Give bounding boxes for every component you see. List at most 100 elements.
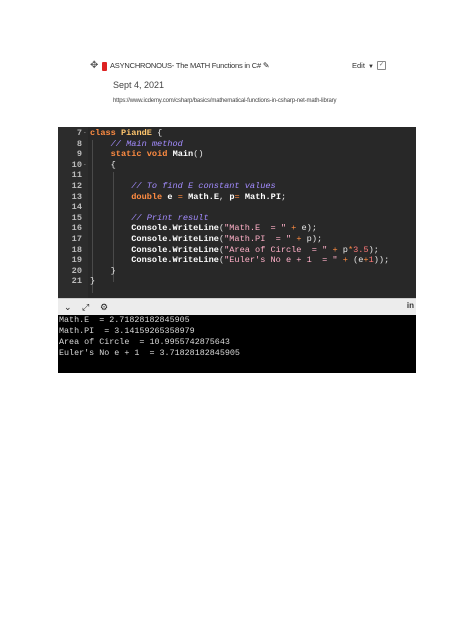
code-line[interactable]: 8 // Main method [58,139,416,150]
code-line[interactable]: 16 Console.WriteLine("Math.E = " + e); [58,223,416,234]
code-text: // Print result [90,212,209,224]
code-text: Console.WriteLine("Euler's No e + 1 = " … [90,255,389,266]
line-number: 9 [76,149,82,160]
code-string: "Euler's No e + 1 = " [224,255,338,266]
line-number: 14 [71,202,82,213]
line-number: 21 [71,276,82,287]
code-string: "Math.E = " [224,223,286,234]
code-keyword: void [146,149,168,160]
code-identifier: Console.WriteLine [131,234,219,244]
note-title-text: ASYNCHRONOUS- The MATH Functions in C# [110,61,261,70]
line-number: 17 [71,234,82,244]
code-line[interactable]: 10- { [58,160,416,171]
code-text: Console.WriteLine("Math.E = " + e); [90,223,317,234]
code-keyword: double [131,191,163,202]
output-toolbar: ⌄ ⤢ ⚙ in [58,298,416,315]
code-identifier: Main [172,149,194,160]
code-line[interactable]: 20 } [58,266,416,277]
line-number: 16 [71,223,82,234]
code-text: p [337,244,348,255]
code-text: // Main method [90,139,183,150]
code-identifier: Math.E [188,191,220,202]
code-text: p); [301,234,323,244]
code-text: double e = Math.E, p= Math.PI; [90,192,286,203]
code-text: , [219,191,230,202]
code-text: )); [373,255,390,266]
line-number: 13 [71,191,82,202]
line-number: 7 [76,128,82,138]
console-line: Euler's No e + 1 = 3.71828182845905 [59,348,240,358]
code-text: Console.WriteLine("Math.PI = " + p); [90,234,322,245]
code-comment: // Main method [110,138,183,149]
code-string: "Area of Circle = " [224,244,328,255]
code-text: } [90,265,116,276]
code-text: (e [347,255,364,266]
chevron-down-icon[interactable]: ⌄ [64,300,72,314]
checkbox-icon[interactable]: ✓ [377,61,386,70]
note-date: Sept 4, 2021 [113,80,165,90]
console-line: Area of Circle = 10.9955742875643 [59,337,230,347]
code-identifier: Console.WriteLine [131,244,219,255]
code-line[interactable]: 9 static void Main() [58,149,416,160]
code-line[interactable]: 17 Console.WriteLine("Math.PI = " + p); [58,234,416,245]
line-number: 19 [71,255,82,266]
toolbar-right-label: in [406,301,414,310]
code-text: ); [368,244,379,255]
note-url-link[interactable]: https://www.icdemy.com/csharp/basics/mat… [113,96,337,106]
code-text: e); [296,223,317,234]
line-number: 8 [76,138,82,149]
code-line[interactable]: 7- class PiandE { [58,128,416,139]
code-comment: // Print result [131,212,209,223]
note-title: ASYNCHRONOUS- The MATH Functions in C# ✎ [110,60,270,72]
pencil-icon[interactable]: ✎ [263,61,270,70]
code-comment: // To find E constant values [131,181,276,191]
code-number: 3.5 [353,244,369,255]
code-line[interactable]: 14 [58,202,416,213]
code-text: { [151,128,163,138]
code-identifier: Console.WriteLine [131,223,219,234]
code-line[interactable]: 21} [58,276,416,287]
line-number: 11 [71,170,82,181]
code-text: Console.WriteLine("Area of Circle = " + … [90,245,379,256]
fold-toggle-icon[interactable]: - [83,128,87,139]
code-line[interactable]: 15 // Print result [58,213,416,224]
settings-icon[interactable]: ⚙ [100,300,108,314]
chevron-down-icon: ▼ [367,64,374,70]
code-text: { [90,160,116,171]
code-line[interactable]: 11 [58,170,416,181]
code-text: class PiandE { [90,128,162,139]
code-text: { [90,159,116,170]
code-keyword: static [110,149,142,160]
code-editor[interactable]: 7- class PiandE {8 // Main method 9 static… [58,127,416,298]
line-number: 18 [71,244,82,255]
code-text: static void Main() [90,149,204,160]
drag-handle-icon[interactable]: ✥ [90,60,98,72]
code-line[interactable]: 13 double e = Math.E, p= Math.PI; [58,192,416,203]
code-line[interactable]: 12 // To find E constant values [58,181,416,192]
expand-icon[interactable]: ⤢ [82,300,89,314]
pin-icon[interactable] [102,61,108,71]
code-text: } [90,276,95,287]
code-identifier: Math.PI [244,191,281,202]
code-text: } [90,266,116,277]
code-identifier: Console.WriteLine [131,255,219,266]
fold-toggle-icon[interactable]: - [83,160,87,171]
console-output: Math.E = 2.71828182845905 Math.PI = 3.14… [58,315,416,373]
code-line[interactable]: 18 Console.WriteLine("Area of Circle = "… [58,245,416,256]
code-text: } [90,276,96,287]
edit-button[interactable]: Edit ▼ [352,60,374,73]
line-number: 15 [71,212,82,223]
code-type: PiandE [120,128,152,138]
line-number: 12 [71,181,82,191]
edit-button-label: Edit [352,61,365,70]
code-text: // To find E constant values [90,181,276,192]
code-line[interactable]: 19 Console.WriteLine("Euler's No e + 1 =… [58,255,416,266]
